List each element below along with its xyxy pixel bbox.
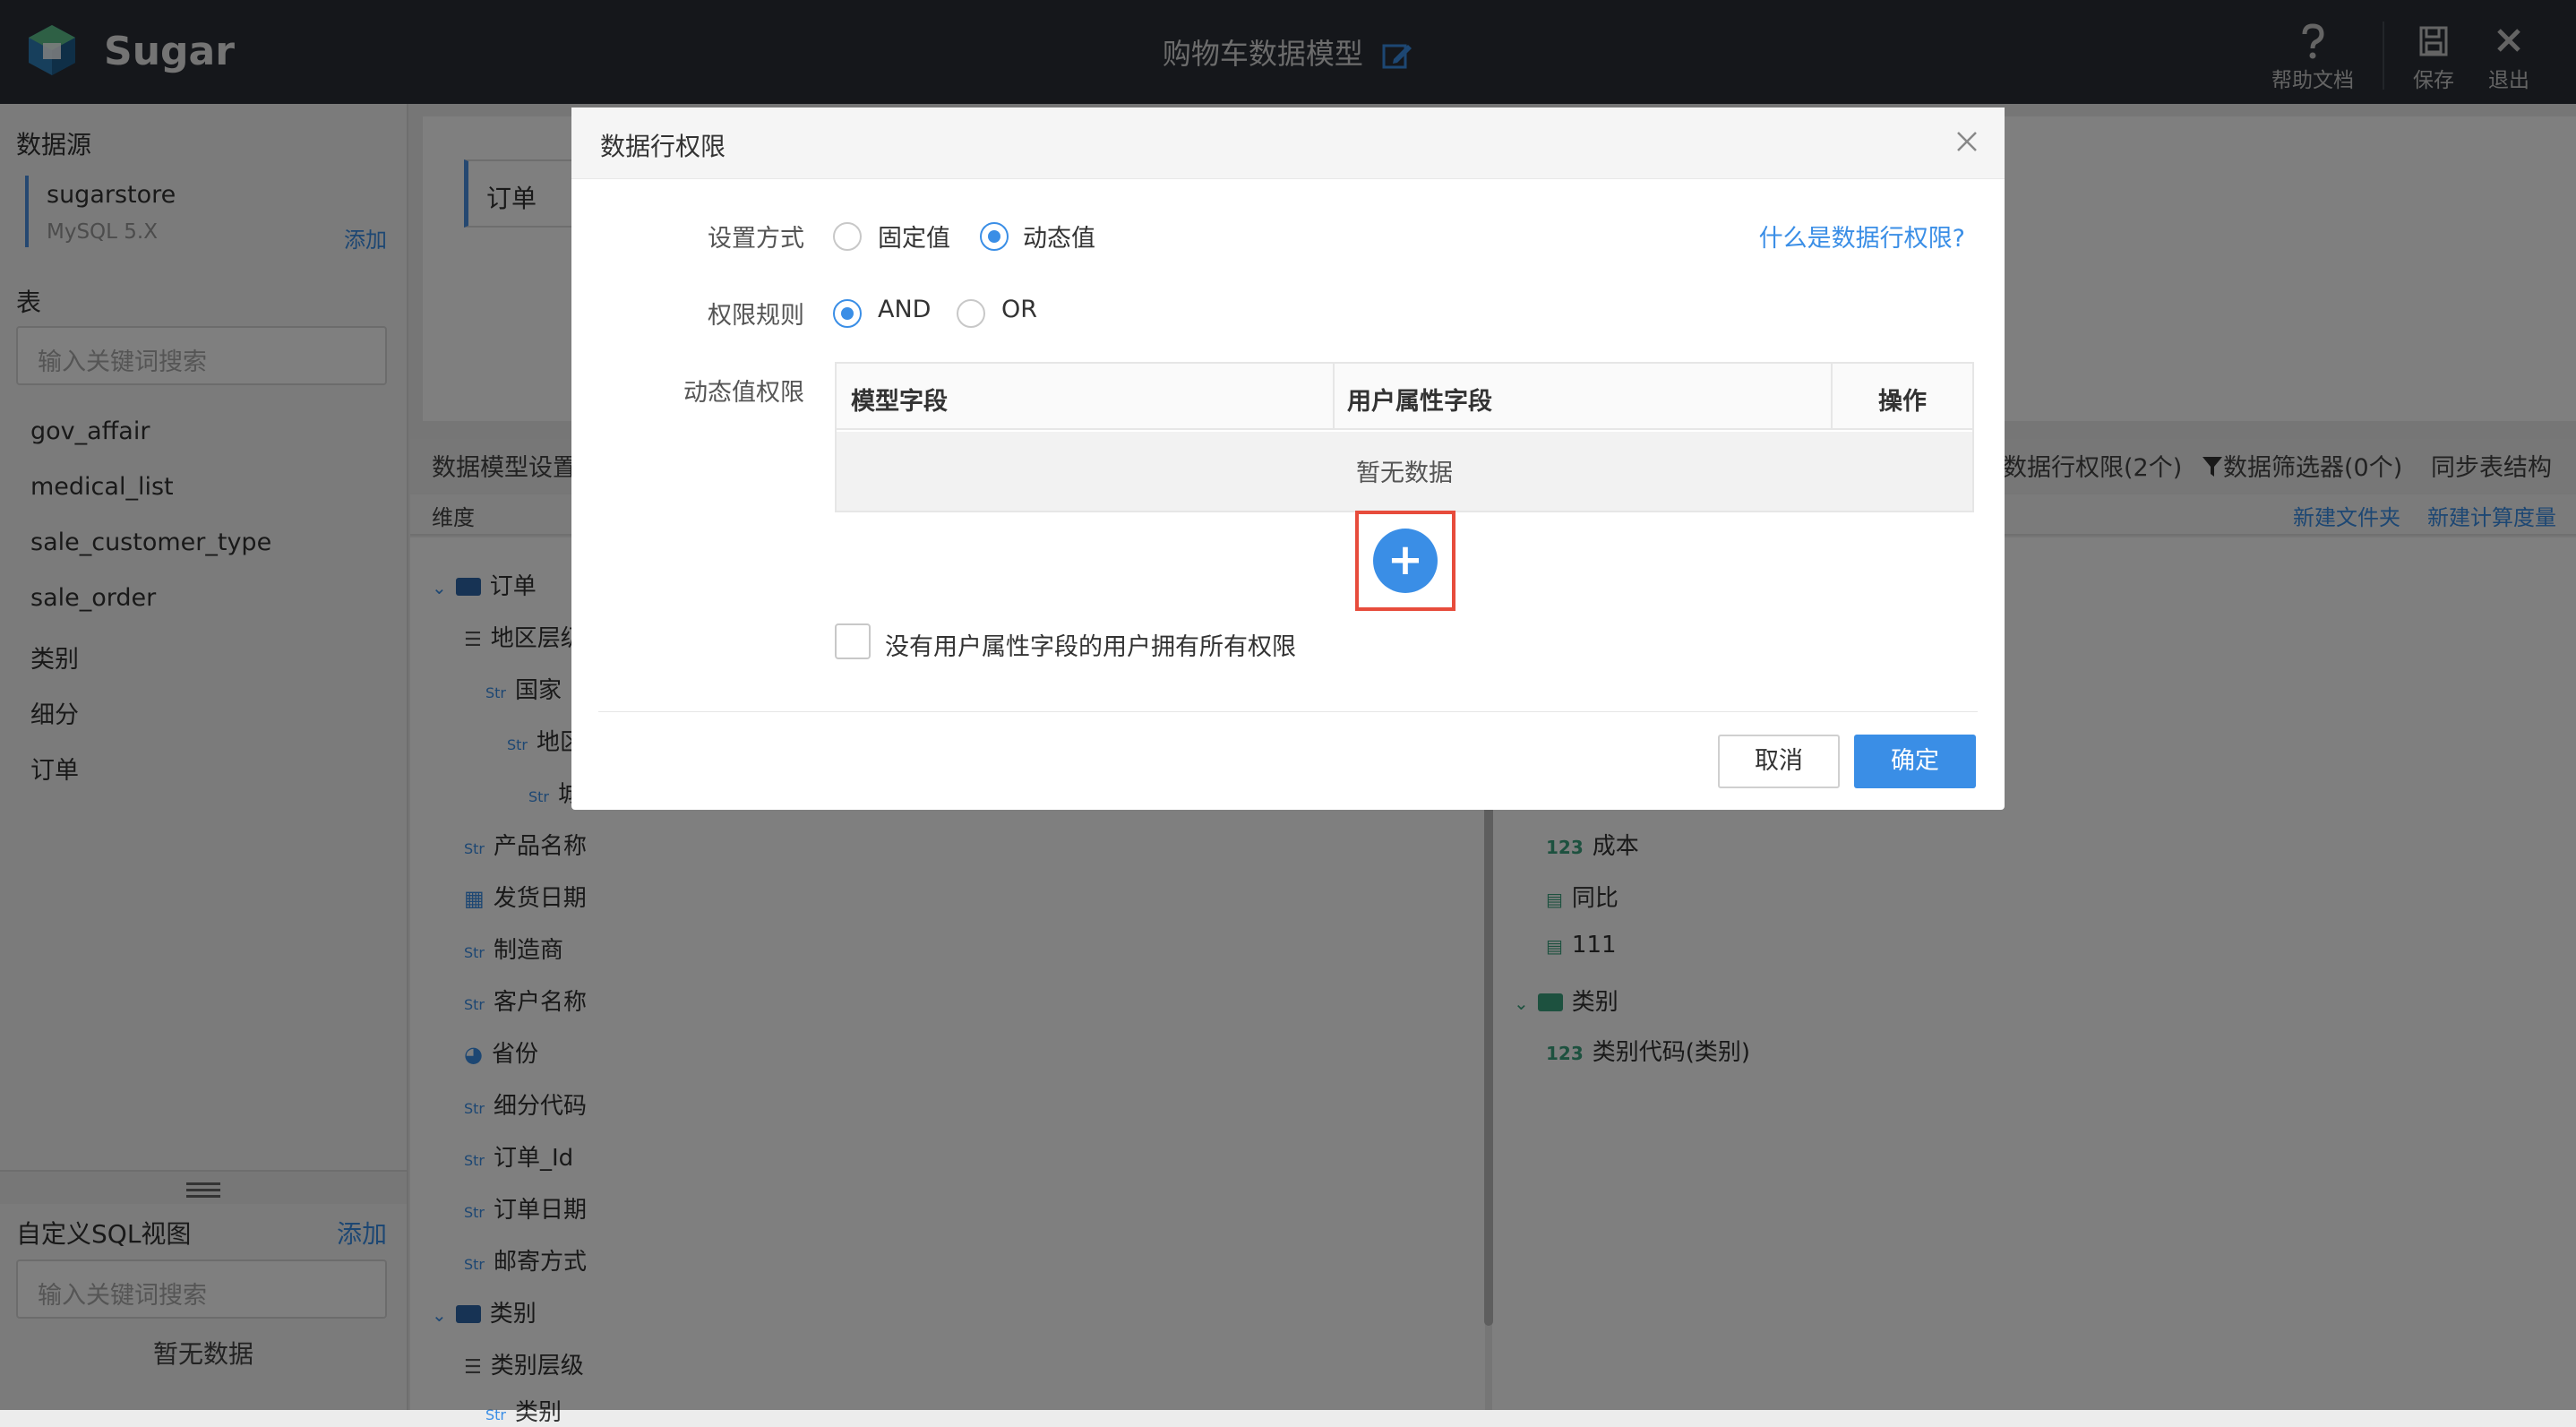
radio-and[interactable] (833, 299, 862, 328)
confirm-button[interactable]: 确定 (1854, 735, 1976, 788)
radio-dynamic-label[interactable]: 动态值 (1023, 219, 1095, 254)
add-rule-button[interactable]: + (1373, 529, 1438, 593)
all-perm-checkbox[interactable] (835, 623, 871, 659)
close-icon[interactable] (1953, 127, 1981, 156)
radio-fixed-label[interactable]: 固定值 (878, 219, 950, 254)
rule-label: 权限规则 (708, 302, 804, 330)
cancel-button[interactable]: 取消 (1718, 735, 1840, 788)
mode-label: 设置方式 (708, 225, 804, 253)
dynamic-perm-label: 动态值权限 (683, 379, 804, 407)
col-action: 操作 (1878, 388, 1927, 416)
table-header: 模型字段 用户属性字段 操作 (837, 364, 1972, 430)
dialog-title: 数据行权限 (600, 132, 726, 161)
col-model-field: 模型字段 (851, 388, 948, 416)
column-divider (1333, 364, 1335, 430)
dynamic-perm-table: 模型字段 用户属性字段 操作 暂无数据 (835, 362, 1974, 512)
col-user-attr: 用户属性字段 (1347, 388, 1492, 416)
dialog-header: 数据行权限 (571, 107, 2005, 179)
radio-or[interactable] (957, 299, 985, 328)
radio-fixed[interactable] (833, 222, 862, 251)
help-link[interactable]: 什么是数据行权限? (1759, 219, 1965, 254)
row-permission-dialog: 数据行权限 设置方式 固定值 动态值 什么是数据行权限? 权限规则 AND OR… (571, 107, 2005, 810)
footer-divider (598, 711, 1978, 712)
table-empty-text: 暂无数据 (837, 432, 1972, 511)
radio-dynamic[interactable] (980, 222, 1009, 251)
radio-and-label[interactable]: AND (878, 296, 931, 323)
radio-or-label[interactable]: OR (1001, 296, 1037, 323)
all-perm-checkbox-label[interactable]: 没有用户属性字段的用户拥有所有权限 (885, 627, 1296, 662)
